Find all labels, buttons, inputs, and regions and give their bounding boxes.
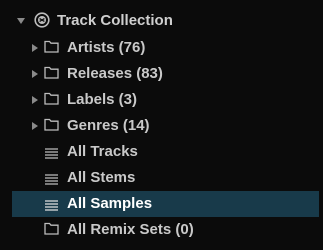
folder-icon <box>44 40 59 57</box>
chevron-right-icon[interactable] <box>32 122 38 130</box>
tree-item-releases[interactable]: Releases (83) <box>0 61 323 87</box>
tree-item-label: Genres (14) <box>67 117 150 134</box>
folder-icon <box>44 222 59 239</box>
chevron-right-icon[interactable] <box>32 96 38 104</box>
list-icon <box>44 172 59 189</box>
folder-icon <box>44 66 59 83</box>
chevron-right-icon[interactable] <box>32 70 38 78</box>
tree-item-label: All Tracks <box>67 143 138 160</box>
list-icon <box>44 146 59 163</box>
collection-icon <box>34 12 50 32</box>
tree-item-genres[interactable]: Genres (14) <box>0 113 323 139</box>
tree-node-label: Track Collection <box>57 12 173 29</box>
chevron-down-icon[interactable] <box>17 18 25 24</box>
tree-item-all-remix-sets[interactable]: All Remix Sets (0) <box>0 217 323 243</box>
track-collection-tree: Track Collection Artists (76) Releases (… <box>0 0 323 250</box>
list-icon <box>44 198 59 215</box>
tree-item-label: All Stems <box>67 169 136 186</box>
tree-item-label: All Remix Sets (0) <box>67 221 194 238</box>
tree-item-label: All Samples <box>67 195 153 212</box>
tree-item-all-tracks[interactable]: All Tracks <box>0 139 323 165</box>
tree-item-label: Releases (83) <box>67 65 163 82</box>
tree-node-track-collection[interactable]: Track Collection <box>0 9 323 35</box>
tree-item-labels[interactable]: Labels (3) <box>0 87 323 113</box>
tree-item-artists[interactable]: Artists (76) <box>0 35 323 61</box>
tree-item-label: Artists (76) <box>67 39 146 56</box>
folder-icon <box>44 92 59 109</box>
tree-item-all-stems[interactable]: All Stems <box>0 165 323 191</box>
folder-icon <box>44 118 59 135</box>
tree-item-label: Labels (3) <box>67 91 138 108</box>
tree-item-all-samples[interactable]: All Samples <box>12 191 319 217</box>
chevron-right-icon[interactable] <box>32 44 38 52</box>
